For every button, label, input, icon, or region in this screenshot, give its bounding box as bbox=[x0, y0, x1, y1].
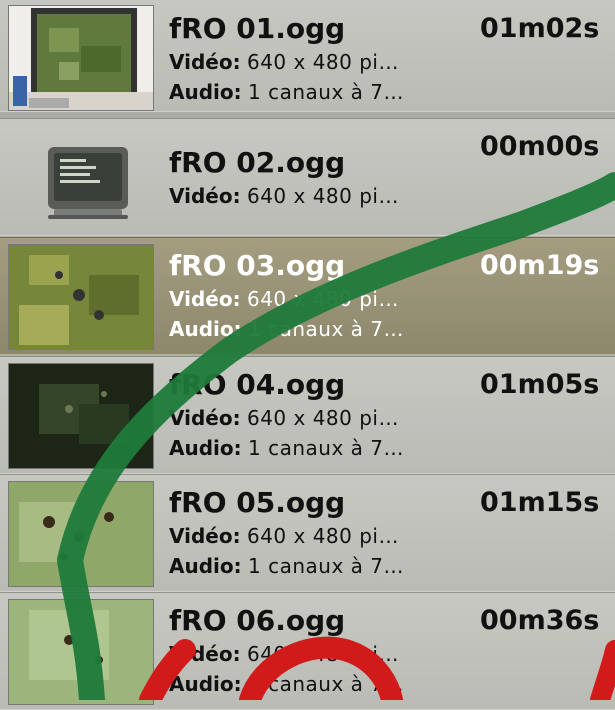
item-meta: fRO 05.ogg Vidéo: 640 x 480 pi… Audio: 1… bbox=[169, 485, 459, 581]
list-item-fro-02[interactable]: fRO 02.ogg Vidéo: 640 x 480 pi… 00m00s bbox=[0, 118, 615, 236]
audio-label: Audio: bbox=[169, 554, 242, 578]
file-name: fRO 06.ogg bbox=[169, 604, 346, 637]
green-map-thumbnail bbox=[8, 599, 154, 705]
item-meta: fRO 02.ogg Vidéo: 640 x 480 pi… bbox=[169, 129, 459, 211]
list-item-fro-06[interactable]: fRO 06.ogg Vidéo: 640 x 480 pi… Audio: 1… bbox=[0, 592, 615, 710]
duration: 00m19s bbox=[480, 250, 600, 281]
green-map-thumbnail bbox=[8, 481, 154, 587]
list-item-fro-04[interactable]: fRO 04.ogg Vidéo: 640 x 480 pi… Audio: 1… bbox=[0, 356, 615, 474]
file-name: fRO 05.ogg bbox=[169, 486, 346, 519]
video-info: Vidéo: 640 x 480 pi… bbox=[169, 284, 459, 314]
video-label: Vidéo: bbox=[169, 524, 241, 548]
duration: 01m05s bbox=[480, 369, 600, 400]
video-label: Vidéo: bbox=[169, 287, 241, 311]
video-label: Vidéo: bbox=[169, 184, 241, 208]
video-value: 640 x 480 pi… bbox=[246, 287, 399, 311]
audio-value: 1 canaux à 7… bbox=[248, 436, 404, 460]
audio-value: 1 canaux à 7… bbox=[248, 80, 404, 104]
video-label: Vidéo: bbox=[169, 642, 241, 666]
screen-photo-thumbnail bbox=[8, 5, 154, 111]
item-meta: fRO 01.ogg Vidéo: 640 x 480 pi… Audio: 1… bbox=[169, 11, 459, 107]
video-info: Vidéo: 640 x 480 pi… bbox=[169, 403, 459, 433]
audio-info: Audio: 1 canaux à 7… bbox=[169, 314, 459, 344]
video-info: Vidéo: 640 x 480 pi… bbox=[169, 639, 459, 669]
file-name: fRO 03.ogg bbox=[169, 249, 346, 282]
list-item-fro-05[interactable]: fRO 05.ogg Vidéo: 640 x 480 pi… Audio: 1… bbox=[0, 474, 615, 592]
video-value: 640 x 480 pi… bbox=[246, 406, 399, 430]
audio-info: Audio: 1 canaux à 7… bbox=[169, 551, 459, 581]
item-meta: fRO 03.ogg Vidéo: 640 x 480 pi… Audio: 1… bbox=[169, 248, 459, 344]
dark-map-thumbnail bbox=[8, 363, 154, 469]
video-info: Vidéo: 640 x 480 pi… bbox=[169, 521, 459, 551]
audio-value: 1 canaux à 7… bbox=[248, 672, 404, 696]
list-item-fro-03[interactable]: fRO 03.ogg Vidéo: 640 x 480 pi… Audio: 1… bbox=[0, 237, 615, 355]
video-label: Vidéo: bbox=[169, 50, 241, 74]
video-list: fRO 01.ogg Vidéo: 640 x 480 pi… Audio: 1… bbox=[0, 0, 615, 710]
duration: 01m15s bbox=[480, 487, 600, 518]
audio-info: Audio: 1 canaux à 7… bbox=[169, 77, 459, 107]
video-label: Vidéo: bbox=[169, 406, 241, 430]
item-meta: fRO 06.ogg Vidéo: 640 x 480 pi… Audio: 1… bbox=[169, 603, 459, 699]
audio-label: Audio: bbox=[169, 317, 242, 341]
audio-info: Audio: 1 canaux à 7… bbox=[169, 669, 459, 699]
game-map-thumbnail bbox=[8, 244, 154, 350]
video-value: 640 x 480 pi… bbox=[246, 642, 399, 666]
video-value: 640 x 480 pi… bbox=[246, 524, 399, 548]
duration: 01m02s bbox=[480, 13, 600, 44]
audio-info: Audio: 1 canaux à 7… bbox=[169, 433, 459, 463]
audio-label: Audio: bbox=[169, 436, 242, 460]
file-name: fRO 02.ogg bbox=[169, 146, 346, 179]
file-name: fRO 01.ogg bbox=[169, 12, 346, 45]
audio-label: Audio: bbox=[169, 672, 242, 696]
video-value: 640 x 480 pi… bbox=[246, 50, 399, 74]
audio-label: Audio: bbox=[169, 80, 242, 104]
audio-value: 1 canaux à 7… bbox=[248, 554, 404, 578]
video-info: Vidéo: 640 x 480 pi… bbox=[169, 181, 459, 211]
item-meta: fRO 04.ogg Vidéo: 640 x 480 pi… Audio: 1… bbox=[169, 367, 459, 463]
file-name: fRO 04.ogg bbox=[169, 368, 346, 401]
duration: 00m36s bbox=[480, 605, 600, 636]
list-item-fro-01[interactable]: fRO 01.ogg Vidéo: 640 x 480 pi… Audio: 1… bbox=[0, 0, 615, 112]
audio-value: 1 canaux à 7… bbox=[248, 317, 404, 341]
video-info: Vidéo: 640 x 480 pi… bbox=[169, 47, 459, 77]
monitor-icon bbox=[8, 125, 154, 231]
video-value: 640 x 480 pi… bbox=[246, 184, 399, 208]
duration: 00m00s bbox=[480, 131, 600, 162]
